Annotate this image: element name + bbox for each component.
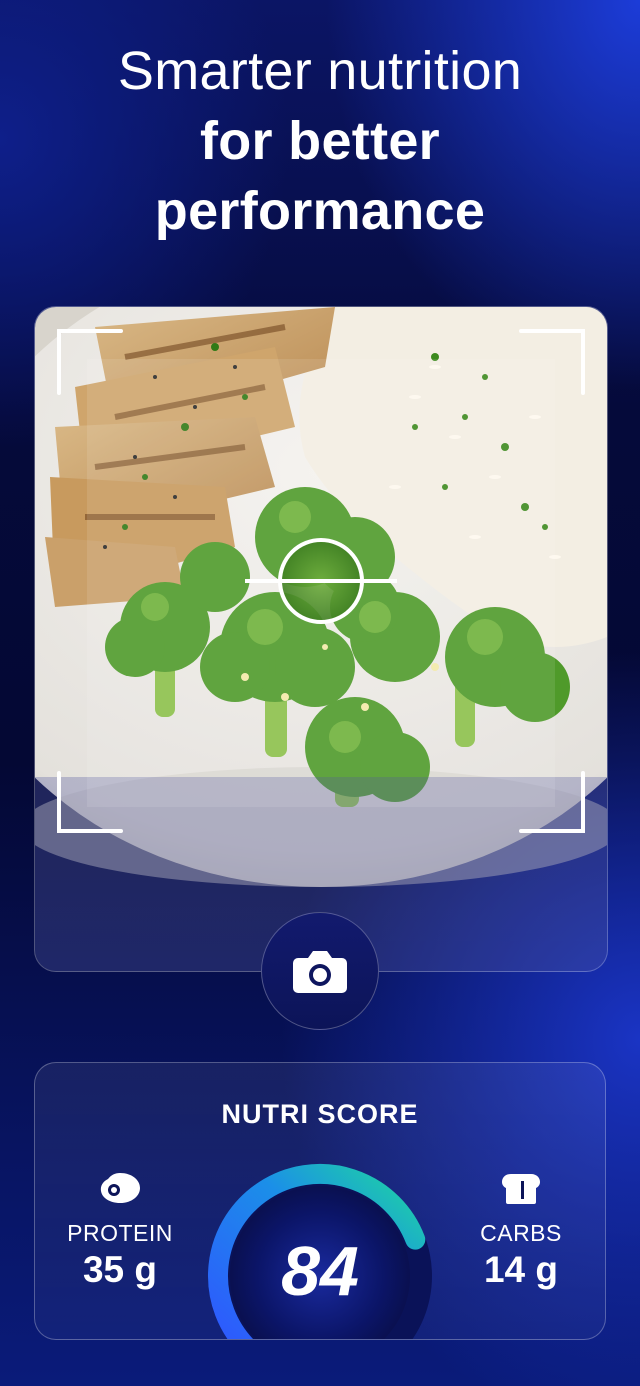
protein-stat: PROTEIN 35 g (45, 1171, 195, 1291)
headline-line-2: for better (199, 111, 440, 171)
carbs-value: 14 g (483, 1249, 559, 1290)
capture-button[interactable] (261, 912, 379, 1030)
food-photo (35, 307, 607, 971)
score-value: 84 (281, 1232, 359, 1310)
protein-label: PROTEIN (67, 1220, 173, 1246)
food-scanner-card[interactable] (34, 306, 608, 972)
headline-line-1: Smarter nutrition (117, 41, 523, 101)
headline-line-3: performance (154, 181, 486, 241)
nutri-score-card: NUTRI SCORE PROTEIN 35 g 84 CARBS 14 g (34, 1062, 606, 1340)
bread-icon (502, 1174, 540, 1204)
carbs-stat: CARBS 14 g (446, 1171, 596, 1291)
headline: Smarter nutrition for better performance (0, 36, 640, 246)
carbs-label: CARBS (480, 1220, 562, 1246)
camera-icon (293, 951, 347, 993)
nutri-score-title: NUTRI SCORE (221, 1099, 419, 1129)
meat-icon (100, 1173, 140, 1203)
protein-value: 35 g (82, 1249, 158, 1290)
